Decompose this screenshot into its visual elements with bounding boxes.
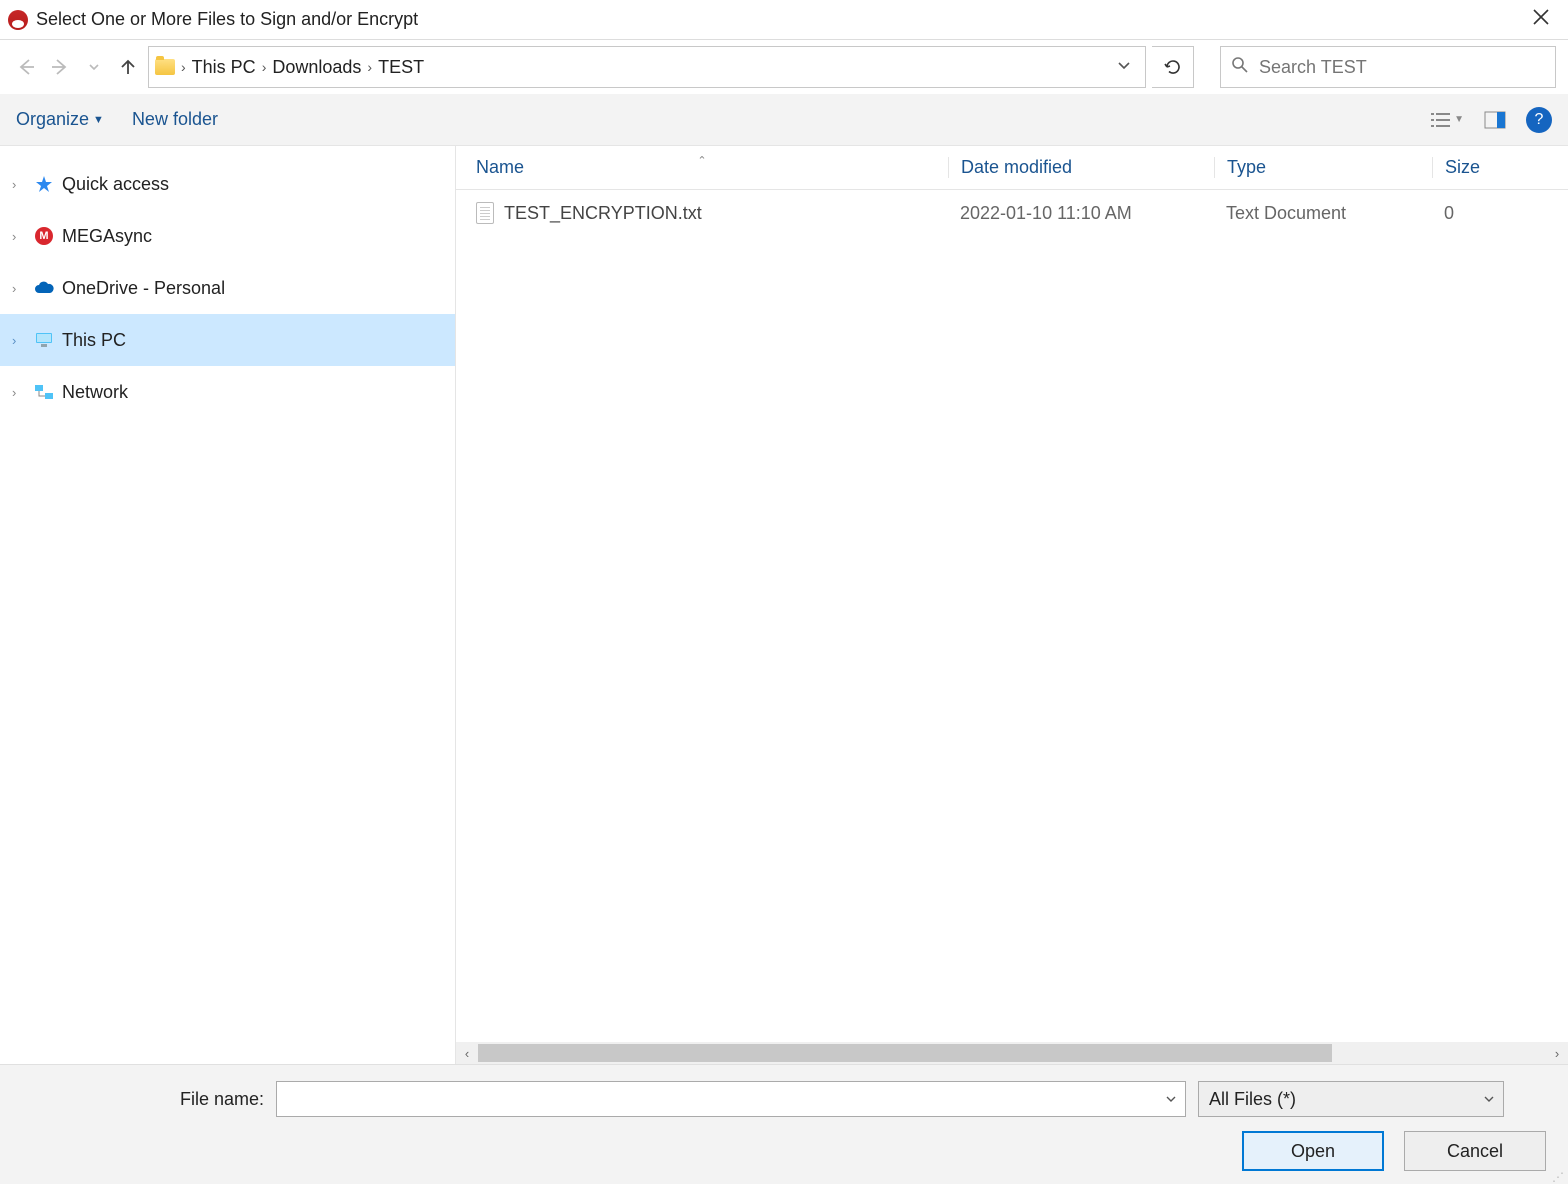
scroll-left-icon[interactable]: ‹ [456, 1046, 478, 1061]
forward-button[interactable] [46, 53, 74, 81]
column-size[interactable]: Size [1432, 157, 1568, 178]
expand-icon: › [12, 333, 26, 348]
sidebar-item-label: MEGAsync [62, 226, 152, 247]
sidebar-item-thispc[interactable]: › This PC [0, 314, 455, 366]
open-button[interactable]: Open [1242, 1131, 1384, 1171]
resize-grip-icon[interactable]: ⋰ [1552, 1174, 1564, 1180]
preview-pane-button[interactable] [1484, 111, 1506, 129]
sidebar-item-label: Network [62, 382, 128, 403]
column-name[interactable]: ⌃ Name [456, 157, 948, 178]
chevron-right-icon: › [179, 59, 188, 75]
horizontal-scrollbar[interactable]: ‹ › [456, 1042, 1568, 1064]
organize-label: Organize [16, 109, 89, 130]
folder-icon [155, 59, 175, 75]
filetype-filter[interactable]: All Files (*) [1198, 1081, 1504, 1117]
sidebar-item-onedrive[interactable]: › OneDrive - Personal [0, 262, 455, 314]
sidebar-item-megasync[interactable]: › M MEGAsync [0, 210, 455, 262]
expand-icon: › [12, 385, 26, 400]
breadcrumb-thispc[interactable]: This PC [188, 57, 260, 78]
file-row[interactable]: TEST_ENCRYPTION.txt 2022-01-10 11:10 AM … [456, 190, 1568, 236]
scrollbar-thumb[interactable] [478, 1044, 1332, 1062]
address-history-dropdown[interactable] [1109, 58, 1139, 77]
expand-icon: › [12, 229, 26, 244]
up-button[interactable] [114, 53, 142, 81]
refresh-button[interactable] [1152, 46, 1194, 88]
network-icon [34, 383, 54, 401]
sort-asc-icon: ⌃ [697, 154, 706, 167]
sidebar-item-label: This PC [62, 330, 126, 351]
view-mode-button[interactable]: ▼ [1430, 111, 1464, 129]
pc-icon [34, 331, 54, 349]
scroll-right-icon[interactable]: › [1546, 1046, 1568, 1061]
navigation-sidebar: › Quick access › M MEGAsync › OneDrive -… [0, 146, 456, 1064]
address-bar[interactable]: › This PC › Downloads › TEST [148, 46, 1146, 88]
recent-dropdown[interactable] [80, 53, 108, 81]
file-date: 2022-01-10 11:10 AM [948, 203, 1214, 224]
filename-input[interactable] [276, 1081, 1186, 1117]
sidebar-item-label: OneDrive - Personal [62, 278, 225, 299]
column-date[interactable]: Date modified [948, 157, 1214, 178]
filter-label: All Files (*) [1209, 1089, 1296, 1110]
chevron-right-icon: › [365, 59, 374, 75]
filename-label: File name: [180, 1089, 264, 1110]
star-icon [34, 175, 54, 193]
cancel-button[interactable]: Cancel [1404, 1131, 1546, 1171]
column-headers: ⌃ Name Date modified Type Size [456, 146, 1568, 190]
filename-history-dropdown[interactable] [1157, 1082, 1185, 1116]
organize-menu[interactable]: Organize ▼ [16, 109, 104, 130]
column-type[interactable]: Type [1214, 157, 1432, 178]
new-folder-label: New folder [132, 109, 218, 130]
back-button[interactable] [12, 53, 40, 81]
new-folder-button[interactable]: New folder [132, 109, 218, 130]
file-name: TEST_ENCRYPTION.txt [504, 203, 702, 224]
search-box[interactable] [1220, 46, 1556, 88]
chevron-down-icon [1483, 1089, 1495, 1110]
sidebar-item-label: Quick access [62, 174, 169, 195]
breadcrumb-downloads[interactable]: Downloads [268, 57, 365, 78]
sidebar-item-network[interactable]: › Network [0, 366, 455, 418]
search-input[interactable] [1259, 57, 1545, 78]
close-button[interactable] [1522, 4, 1560, 35]
sidebar-item-quickaccess[interactable]: › Quick access [0, 158, 455, 210]
file-type: Text Document [1214, 203, 1432, 224]
file-size: 0 [1432, 203, 1568, 224]
expand-icon: › [12, 177, 26, 192]
chevron-right-icon: › [260, 59, 269, 75]
chevron-down-icon: ▼ [1454, 114, 1464, 125]
cloud-icon [34, 279, 54, 297]
chevron-down-icon: ▼ [93, 114, 104, 126]
help-button[interactable]: ? [1526, 107, 1552, 133]
mega-icon: M [34, 227, 54, 245]
breadcrumb-test[interactable]: TEST [374, 57, 428, 78]
search-icon [1231, 56, 1249, 79]
expand-icon: › [12, 281, 26, 296]
window-title: Select One or More Files to Sign and/or … [36, 9, 418, 30]
text-file-icon [476, 202, 494, 224]
app-icon [8, 10, 28, 30]
